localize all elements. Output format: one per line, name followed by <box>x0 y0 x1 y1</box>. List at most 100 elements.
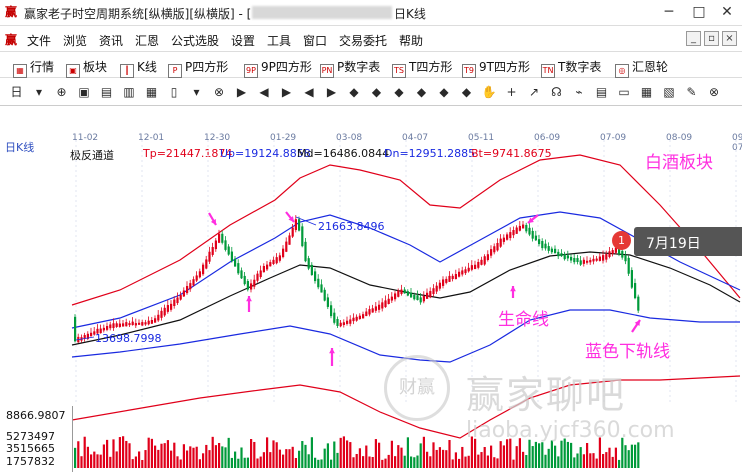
candle <box>208 251 211 262</box>
volume-bar <box>547 448 550 468</box>
candle <box>496 242 499 251</box>
candle <box>163 307 166 316</box>
candle <box>518 225 521 231</box>
volume-bar <box>400 447 403 468</box>
volume-bar <box>298 450 301 468</box>
candle <box>154 318 157 323</box>
volume-bar <box>288 449 291 468</box>
volume-bar <box>464 456 467 468</box>
volume-bar <box>570 442 573 468</box>
candle <box>147 320 150 325</box>
volume-bar <box>157 449 160 468</box>
volume-bar <box>512 459 515 468</box>
candle <box>422 296 425 302</box>
candle <box>352 317 355 322</box>
candle <box>166 305 169 312</box>
candle <box>90 332 93 337</box>
candle <box>486 254 489 260</box>
candle <box>525 224 528 232</box>
watermark-url: liaoba.yjcf360.com <box>466 418 675 443</box>
candle <box>394 293 397 300</box>
candle <box>557 251 560 257</box>
candle <box>554 248 557 254</box>
volume-bar <box>355 453 358 468</box>
candle <box>269 262 272 267</box>
candle <box>198 271 201 278</box>
candle <box>266 264 269 270</box>
volume-bar <box>493 457 496 468</box>
volume-bar <box>397 445 400 468</box>
volume-axis-tick-2: 3515665 <box>6 442 55 455</box>
candle <box>317 278 320 288</box>
volume-bar <box>483 446 486 468</box>
candle <box>275 257 278 264</box>
volume-bar <box>573 457 576 468</box>
volume-bar <box>480 452 483 468</box>
volume-bar <box>134 456 137 468</box>
watermark-text: 赢家聊吧 <box>466 373 627 417</box>
candle <box>298 219 301 231</box>
volume-bar <box>256 458 259 468</box>
candle <box>470 265 473 270</box>
candle <box>627 257 630 274</box>
volume-bar <box>371 457 374 468</box>
candle <box>330 305 333 317</box>
volume-bar <box>426 451 429 468</box>
volume-bar <box>349 442 352 468</box>
volume-bar <box>522 451 525 468</box>
volume-bar <box>602 454 605 468</box>
volume-bar <box>214 445 217 468</box>
candle <box>272 259 275 265</box>
volume-bar <box>394 456 397 468</box>
volume-bar <box>429 456 432 468</box>
candle <box>227 246 230 255</box>
candle <box>224 240 227 250</box>
volume-bar <box>528 439 531 468</box>
volume-bar <box>451 459 454 468</box>
volume-bar <box>246 457 249 468</box>
candle <box>246 281 249 290</box>
candle <box>445 278 448 283</box>
volume-bar <box>490 445 493 468</box>
volume-bar <box>112 439 115 468</box>
candle <box>179 295 182 300</box>
volume-bar <box>634 444 637 468</box>
candle <box>182 290 185 297</box>
volume-bar <box>182 444 185 468</box>
candle <box>189 283 192 290</box>
volume-bar <box>198 459 201 468</box>
volume-bar <box>358 448 361 468</box>
candle <box>134 323 137 326</box>
kline-chart[interactable]: 21663.8496 13698.7998 <box>0 0 742 472</box>
candle <box>547 246 550 251</box>
volume-bar <box>605 452 608 468</box>
volume-bar <box>186 450 189 468</box>
arrow-trough-2-head <box>329 348 335 354</box>
volume-bar <box>173 442 176 468</box>
volume-bar <box>502 445 505 468</box>
candle <box>362 314 365 319</box>
candle <box>560 253 563 257</box>
volume-axis-tick-3: 1757832 <box>6 455 55 468</box>
volume-bar <box>330 459 333 468</box>
candle <box>358 315 361 319</box>
volume-bar <box>339 437 342 468</box>
event-badge[interactable]: 1 <box>612 231 631 250</box>
candle <box>586 260 589 263</box>
volume-bar <box>125 440 128 468</box>
volume-bar <box>102 444 105 468</box>
volume-axis-max: 8866.9807 <box>6 409 66 422</box>
volume-bar <box>499 441 502 468</box>
candle <box>413 294 416 300</box>
volume-bar <box>122 436 125 468</box>
candle <box>573 258 576 263</box>
volume-bar <box>576 453 579 468</box>
volume-bar <box>550 440 553 468</box>
candle <box>150 320 153 324</box>
candle <box>534 235 537 241</box>
volume-bar <box>637 442 640 468</box>
candle <box>250 283 253 290</box>
candle <box>368 309 371 315</box>
candle <box>579 260 582 265</box>
volume-bar <box>390 440 393 468</box>
